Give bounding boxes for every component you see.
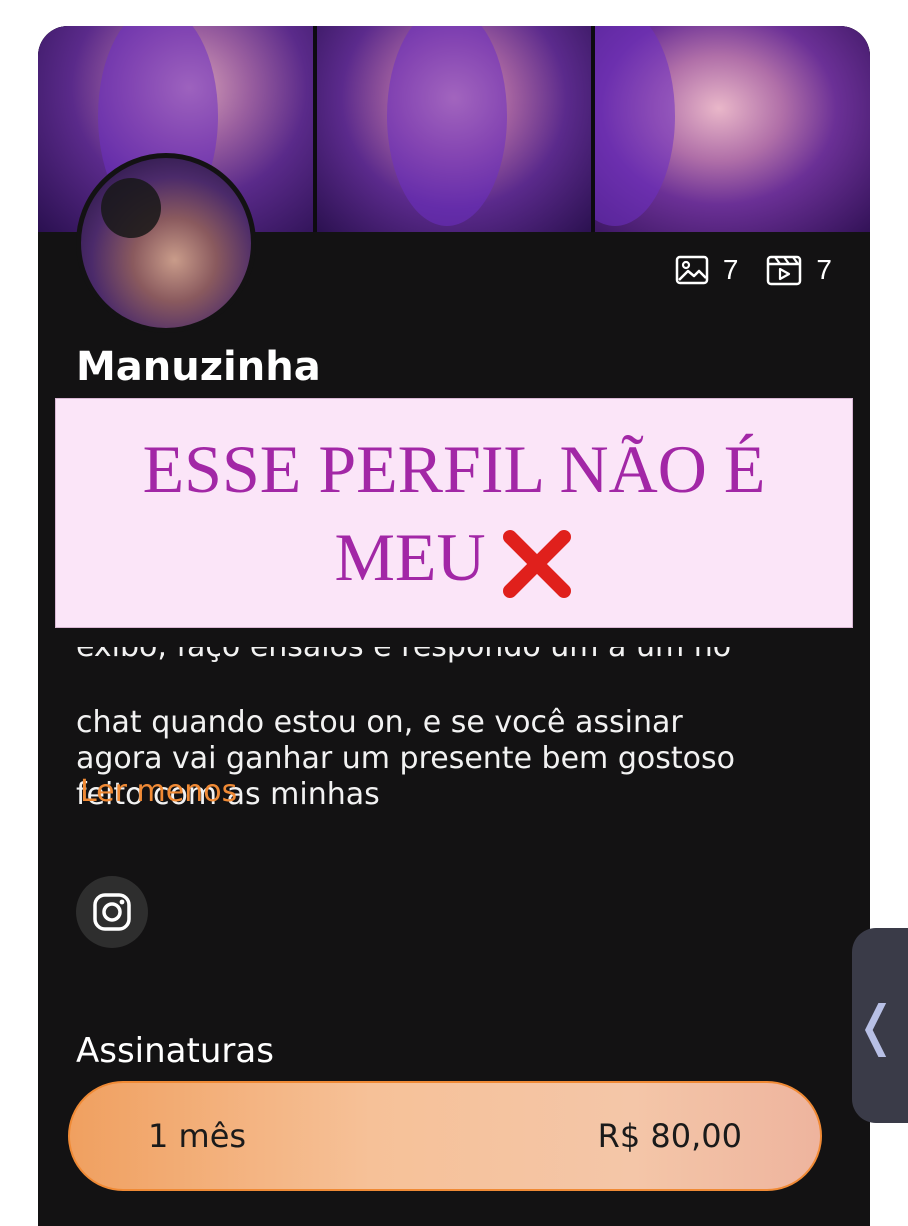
cover-photo[interactable] [316,26,592,232]
image-icon [675,255,709,285]
videos-count-group[interactable]: 7 [766,254,832,286]
bio-cut-line-wrap: exibo, faço ensaios e respondo um a um n… [76,647,836,665]
avatar[interactable] [76,153,256,333]
disclaimer-line-2-wrap: MEU [334,513,573,601]
cover-photo[interactable] [595,26,870,232]
cross-mark-icon [502,530,571,599]
chevron-left-icon: ❬ [853,994,899,1057]
media-counts: 7 7 [659,254,832,286]
subscriptions-title: Assinaturas [76,1031,274,1071]
photos-count-group[interactable]: 7 [675,254,739,286]
disclaimer-overlay: ESSE PERFIL NÃO É MEU [55,398,853,628]
disclaimer-line-1: ESSE PERFIL NÃO É [142,430,766,507]
read-less-link[interactable]: Ler menos [80,774,237,809]
video-icon [767,255,802,286]
instagram-icon [93,893,131,931]
videos-count: 7 [816,254,832,285]
profile-name: Manuzinha [76,344,321,390]
bio-cut-line: exibo, faço ensaios e respondo um a um n… [76,647,836,665]
disclaimer-line-2: MEU [334,518,486,595]
photos-count: 7 [722,254,739,285]
subscription-plan-button[interactable]: 1 mês R$ 80,00 [68,1081,822,1191]
instagram-button[interactable] [76,876,148,948]
side-drawer-tab[interactable]: ❬ [852,928,908,1123]
plan-price: R$ 80,00 [597,1117,742,1155]
plan-duration: 1 mês [148,1117,247,1155]
